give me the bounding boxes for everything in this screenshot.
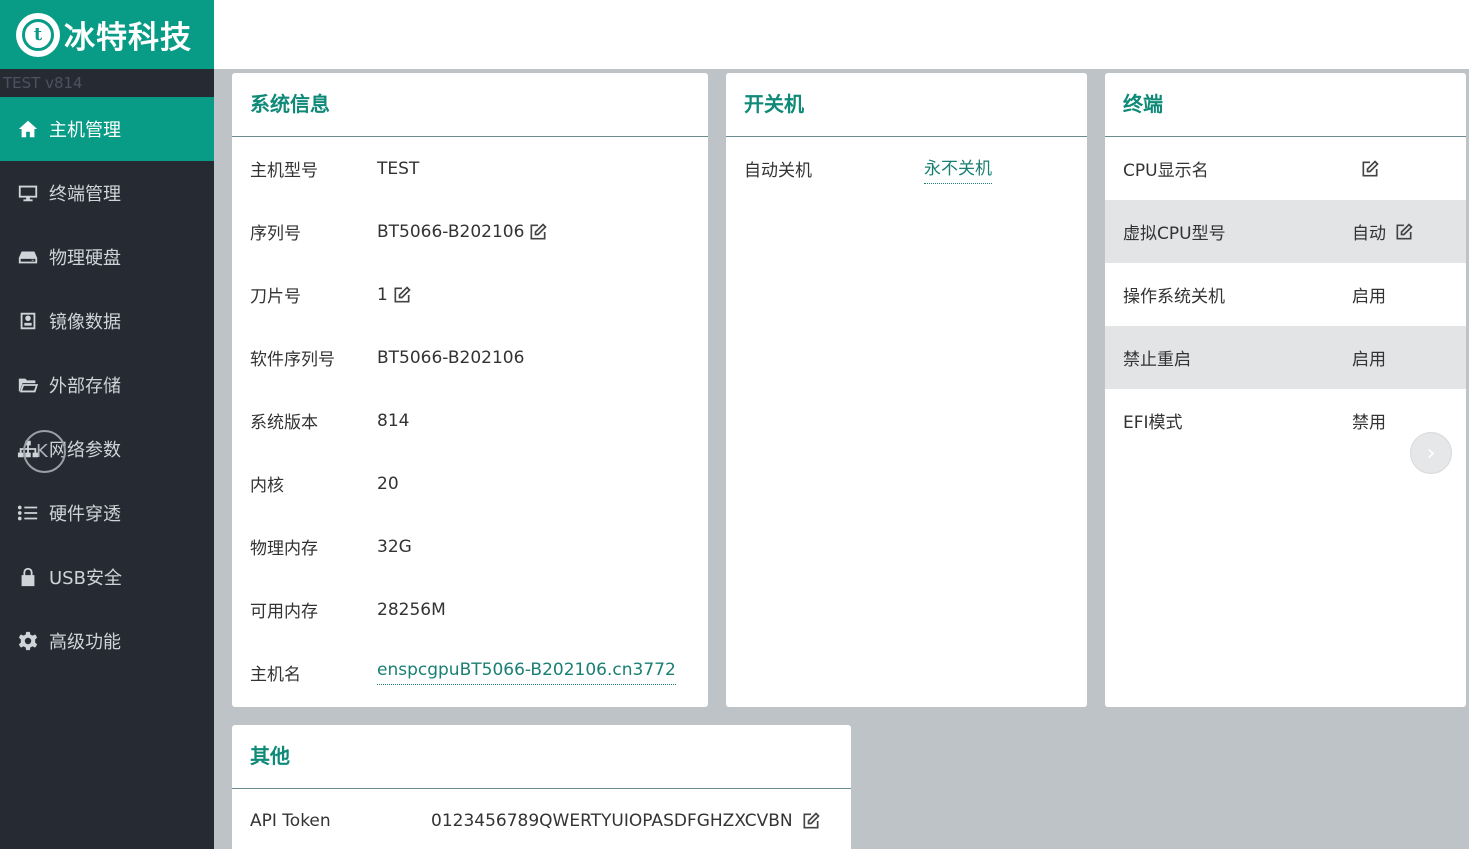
power-row-auto-shutdown: 自动关机 永不关机 [726, 137, 1087, 200]
sidebar-item-advanced-features[interactable]: 高级功能 [0, 609, 214, 673]
term-row-disable-reboot: 禁止重启 启用 [1105, 326, 1466, 389]
card-title: 开关机 [726, 73, 1087, 137]
hostname-link[interactable]: enspcgpuBT5066-B202106.cn3772 [377, 660, 676, 685]
row-label: 操作系统关机 [1123, 287, 1225, 307]
row-label: 内核 [250, 476, 284, 496]
edit-icon[interactable] [528, 222, 548, 242]
row-value: 32G [377, 536, 412, 557]
home-icon [16, 117, 40, 141]
info-row-version: 系统版本 814 [232, 389, 708, 452]
row-label: 虚拟CPU型号 [1123, 224, 1226, 244]
power-card: 开关机 自动关机 永不关机 [726, 73, 1087, 707]
sidebar-item-label: 硬件穿透 [49, 504, 121, 525]
row-label: 自动关机 [744, 161, 812, 181]
sidebar-item-terminal-management[interactable]: 终端管理 [0, 161, 214, 225]
info-row-serial: 序列号 BT5066-B202106 [232, 200, 708, 263]
card-title: 其他 [232, 725, 851, 789]
sidebar-item-label: USB安全 [49, 568, 122, 589]
other-card: 其他 API Token 0123456789QWERTYUIOPASDFGHZ… [232, 725, 851, 849]
monitor-icon [16, 181, 40, 205]
row-label: 禁止重启 [1123, 350, 1191, 370]
logo-icon: t [16, 12, 60, 57]
system-info-card: 系统信息 主机型号 TEST 序列号 BT5066-B202106 刀片号 1 … [232, 73, 708, 707]
info-row-blade: 刀片号 1 [232, 263, 708, 326]
info-row-available-memory: 可用内存 28256M [232, 578, 708, 641]
sidebar-item-label: 主机管理 [49, 120, 121, 141]
sidebar-item-label: 外部存储 [49, 376, 121, 397]
gear-icon [16, 629, 40, 653]
edit-icon[interactable] [1360, 159, 1380, 179]
row-label: 刀片号 [250, 287, 301, 307]
image-data-icon [16, 309, 40, 333]
row-value: TEST [377, 158, 420, 179]
row-value: 1 [377, 284, 388, 305]
sidebar-item-label: 镜像数据 [49, 312, 121, 333]
row-label: EFI模式 [1123, 413, 1183, 433]
terminal-card: 终端 CPU显示名 虚拟CPU型号 自动 操作系统关机 启用 禁止重启 启用 E… [1105, 73, 1466, 707]
harddisk-icon [16, 245, 40, 269]
row-value: 20 [377, 473, 399, 494]
other-row-api-token: API Token 0123456789QWERTYUIOPASDFGHZXCV… [232, 789, 851, 849]
sidebar-item-physical-disk[interactable]: 物理硬盘 [0, 225, 214, 289]
top-bar [214, 0, 1469, 69]
row-value[interactable]: 禁用 [1352, 408, 1386, 433]
row-label: 序列号 [250, 224, 301, 244]
sidebar-item-hardware-passthrough[interactable]: 硬件穿透 [0, 481, 214, 545]
chevron-right-icon: › [1426, 440, 1436, 466]
version-label: TEST v814 [3, 74, 83, 92]
logo: t 冰特科技 [0, 0, 214, 69]
next-arrow-button[interactable]: › [1410, 432, 1452, 474]
term-row-cpu-name: CPU显示名 [1105, 137, 1466, 200]
brand-name: 冰特科技 [64, 20, 192, 56]
row-label: 软件序列号 [250, 350, 335, 370]
edit-icon[interactable] [801, 811, 821, 831]
row-label: API Token [250, 810, 331, 831]
row-label: CPU显示名 [1123, 161, 1209, 181]
row-label: 系统版本 [250, 413, 318, 433]
sidebar-item-image-data[interactable]: 镜像数据 [0, 289, 214, 353]
info-row-model: 主机型号 TEST [232, 137, 708, 200]
row-label: 可用内存 [250, 602, 318, 622]
row-value: 0123456789QWERTYUIOPASDFGHZXCVBN [431, 810, 793, 831]
term-row-os-shutdown: 操作系统关机 启用 [1105, 263, 1466, 326]
sidebar-item-label: 终端管理 [49, 184, 121, 205]
row-value: BT5066-B202106 [377, 347, 525, 368]
sidebar-item-external-storage[interactable]: 外部存储 [0, 353, 214, 417]
term-row-virtual-cpu: 虚拟CPU型号 自动 [1105, 200, 1466, 263]
sidebar-item-usb-security[interactable]: USB安全 [0, 545, 214, 609]
info-row-physical-memory: 物理内存 32G [232, 515, 708, 578]
lock-icon [16, 565, 40, 589]
info-row-kernel: 内核 20 [232, 452, 708, 515]
card-title: 系统信息 [232, 73, 708, 137]
row-label: 主机名 [250, 665, 301, 685]
row-value[interactable]: 启用 [1352, 345, 1386, 370]
overlay-glyph: K [36, 441, 48, 462]
folder-icon [16, 373, 40, 397]
row-label: 主机型号 [250, 161, 318, 181]
info-row-software-serial: 软件序列号 BT5066-B202106 [232, 326, 708, 389]
list-icon [16, 501, 40, 525]
row-value: 28256M [377, 599, 446, 620]
row-value[interactable]: 启用 [1352, 282, 1386, 307]
sidebar-item-label: 高级功能 [49, 632, 121, 653]
sidebar-item-host-management[interactable]: 主机管理 [0, 97, 214, 161]
row-value: BT5066-B202106 [377, 221, 525, 242]
row-value: 自动 [1352, 224, 1386, 244]
edit-icon[interactable] [1394, 222, 1414, 242]
row-value: 814 [377, 410, 410, 431]
sidebar-item-label: 物理硬盘 [49, 248, 121, 269]
sidebar: t 冰特科技 TEST v814 主机管理 终端管理 物理硬盘 镜像数据 外部存… [0, 0, 214, 849]
row-label: 物理内存 [250, 539, 318, 559]
edit-icon[interactable] [392, 285, 412, 305]
card-title: 终端 [1105, 73, 1466, 137]
info-row-hostname: 主机名 enspcgpuBT5066-B202106.cn3772 [232, 641, 708, 704]
auto-shutdown-link[interactable]: 永不关机 [924, 154, 992, 184]
